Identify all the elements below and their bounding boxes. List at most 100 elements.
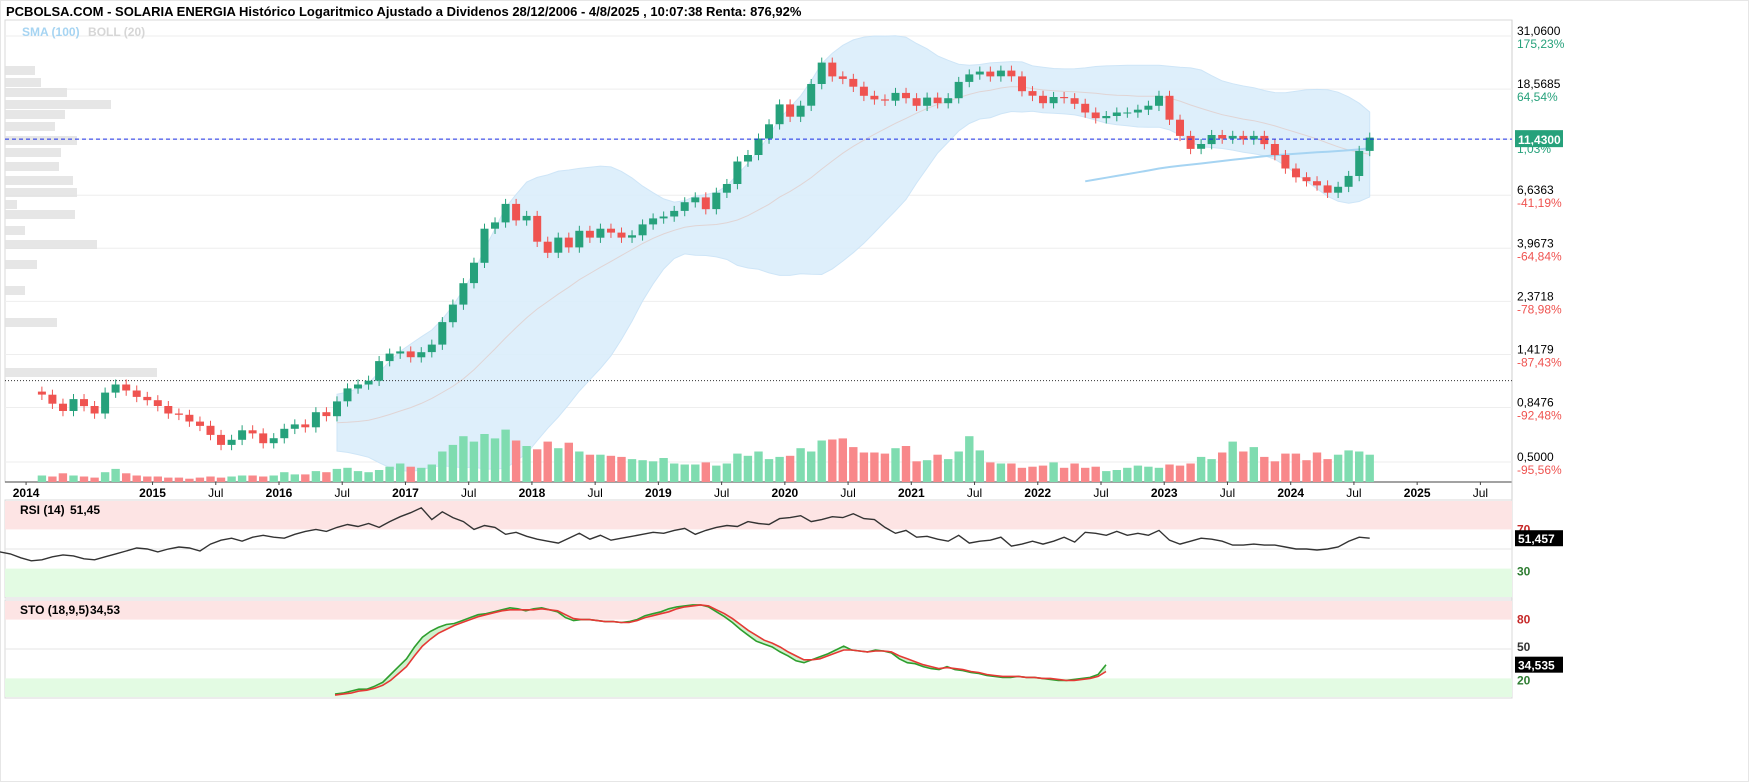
candle-body [1197, 144, 1206, 149]
candle-body [427, 344, 436, 353]
volume-profile-bar [5, 66, 35, 75]
volume-bar [206, 476, 215, 482]
candle-body [744, 155, 752, 162]
volume-bar [90, 477, 99, 482]
candle-body [754, 138, 763, 155]
volume-bar [1102, 471, 1111, 482]
pct-tick: 1,03% [1517, 142, 1551, 156]
candle-body [37, 391, 46, 395]
price-tick: 18,5685 [1517, 77, 1561, 91]
volume-bar [1196, 456, 1206, 482]
volume-bar [912, 461, 921, 482]
candle-body [217, 434, 225, 445]
candle-body [364, 380, 373, 385]
x-tick-label: 2018 [519, 486, 546, 500]
volume-profile-bar [5, 88, 67, 97]
sto-value: 34,53 [90, 603, 120, 617]
volume-bar [174, 477, 184, 482]
x-tick-label: 2025 [1404, 486, 1431, 500]
candle-body [248, 430, 257, 434]
price-tick: 1,4179 [1517, 342, 1554, 356]
sto-badge-value: 34,535 [1518, 659, 1555, 673]
candle-body [881, 99, 889, 101]
legend-boll[interactable]: BOLL (20) [88, 25, 145, 39]
volume-bar [58, 473, 68, 482]
volume-bar [880, 453, 890, 482]
candle-body [206, 425, 215, 435]
pct-tick: 175,23% [1517, 37, 1565, 51]
volume-bar [733, 453, 742, 482]
volume-bar [343, 467, 352, 482]
volume-bar [248, 475, 257, 482]
x-tick-label: Jul [1473, 486, 1488, 500]
candle-body [828, 62, 837, 77]
volume-bar [511, 440, 521, 482]
candle-body [1228, 135, 1237, 139]
candle-body [1281, 155, 1290, 169]
volume-bar [132, 475, 141, 482]
candle-body [174, 413, 183, 415]
volume-bar [807, 451, 816, 482]
candle-body [333, 401, 341, 417]
volume-bar [1302, 460, 1311, 482]
volume-bar [627, 459, 637, 482]
candle-body [1018, 76, 1026, 92]
candle-body [807, 84, 816, 106]
volume-profile-bar [5, 200, 17, 209]
volume-bar [1123, 467, 1132, 482]
price-tick: 3,9673 [1517, 236, 1554, 250]
volume-profile-bar [5, 286, 25, 295]
candle-body [975, 71, 984, 75]
volume-bar [944, 459, 953, 482]
rsi-label: RSI (14) [20, 503, 65, 517]
sto-panel: STO (18,9,5) 34,53 80 50 2034,535 [4, 599, 1563, 699]
candle-body [448, 304, 457, 323]
candle-body [1334, 186, 1343, 193]
volume-bar [564, 442, 573, 482]
candle-body [1144, 105, 1153, 110]
candle-body [1186, 135, 1195, 149]
volume-bar [670, 463, 679, 482]
volume-bar [185, 478, 194, 482]
volume-bar [79, 476, 89, 482]
candle-body [923, 97, 932, 106]
x-tick-label: Jul [461, 486, 476, 500]
volume-bar [606, 455, 616, 482]
volume-bar [996, 463, 1006, 482]
rsi-level-30: 30 [1517, 565, 1531, 579]
volume-bar [828, 439, 837, 482]
volume-bar [1144, 466, 1153, 482]
volume-bar [1355, 451, 1364, 482]
volume-profile-bar [5, 318, 57, 327]
volume-profile-bar [5, 260, 37, 269]
candle-body [1302, 177, 1311, 182]
x-tick-label: 2014 [13, 486, 40, 500]
volume-bar [332, 468, 342, 482]
candle-body [1270, 144, 1279, 155]
volume-bar [469, 441, 479, 482]
volume-bar [1260, 456, 1269, 482]
candle-body [122, 384, 131, 391]
legend-sma[interactable]: SMA (100) [22, 25, 80, 39]
candle-body [564, 237, 573, 248]
candle-body [1355, 150, 1364, 176]
sto-label: STO (18,9,5) [20, 603, 89, 617]
volume-bar [775, 456, 784, 482]
candle-body [196, 421, 204, 426]
candle-body [491, 222, 499, 229]
candle-body [185, 414, 194, 422]
volume-bar [37, 475, 47, 482]
x-tick-label: 2015 [139, 486, 166, 500]
candle-body [259, 433, 268, 444]
candle-body [354, 384, 362, 389]
candle-body [1039, 95, 1047, 104]
volume-bar [290, 474, 299, 482]
volume-bar [722, 463, 732, 482]
price-tick: 0,8476 [1517, 396, 1554, 410]
volume-bar [712, 465, 721, 482]
volume-bar [311, 471, 321, 482]
price-tick: 0,5000 [1517, 450, 1554, 464]
volume-bar [680, 464, 689, 482]
price-tick: 2,3718 [1517, 289, 1554, 303]
volume-bar [259, 476, 268, 482]
